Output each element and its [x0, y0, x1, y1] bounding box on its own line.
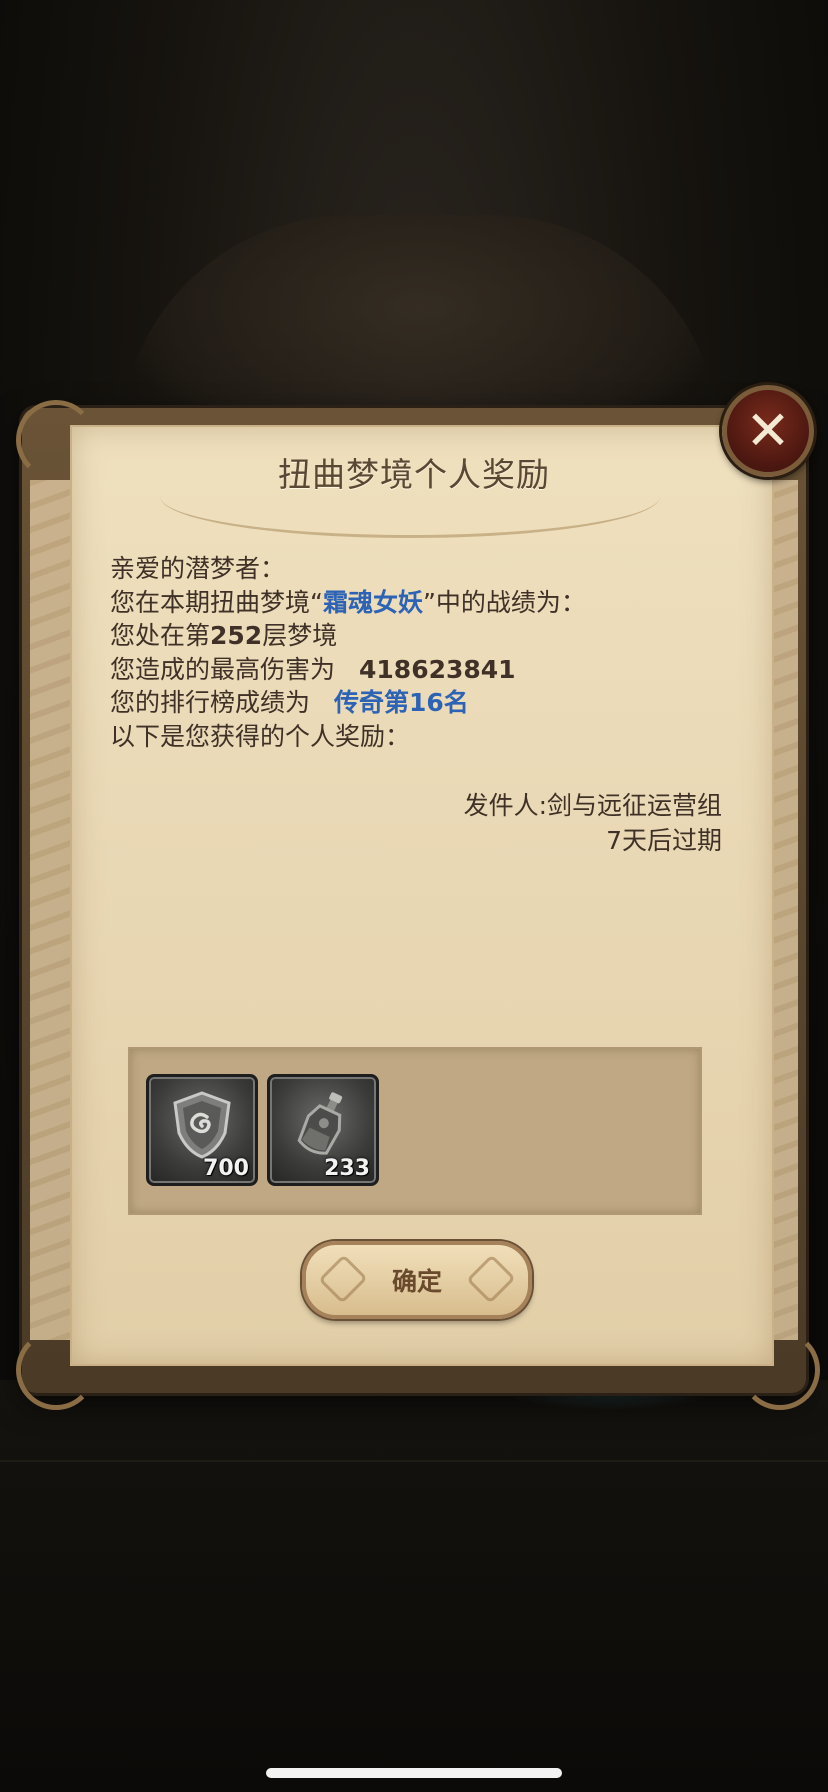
damage-label: 您造成的最高伤害为	[110, 654, 336, 684]
potion-bottle-icon	[297, 1092, 343, 1155]
reward-count: 700	[203, 1156, 249, 1181]
floor-line: 您处在第252层梦境	[110, 619, 730, 653]
mail-body: 亲爱的潜梦者： 您在本期扭曲梦境“霜魂女妖”中的战绩为： 您处在第252层梦境 …	[110, 552, 730, 753]
dialog-title: 扭曲梦境个人奖励	[278, 455, 550, 494]
button-ornament-left	[318, 1254, 368, 1304]
background-divider	[0, 1460, 828, 1462]
frame-corner-top-left	[16, 400, 96, 480]
expiry-text: 7天后过期	[606, 826, 722, 855]
sender-text: 发件人:剑与远征运营组	[463, 791, 722, 820]
boss-name: 霜魂女妖	[322, 587, 423, 617]
floor-number: 252	[210, 621, 263, 650]
background-bottom	[0, 1380, 828, 1792]
boss-line: 您在本期扭曲梦境“霜魂女妖”中的战绩为：	[110, 586, 730, 620]
confirm-button-label: 确定	[391, 1267, 442, 1296]
reward-item-potion[interactable]: 233	[267, 1074, 379, 1186]
rank-label: 您的排行榜成绩为	[110, 688, 311, 717]
reward-item-shield[interactable]: 700	[146, 1074, 258, 1186]
floor-line-prefix: 您处在第	[110, 621, 211, 650]
frame-corner-bottom-left	[16, 1330, 96, 1410]
rewards-intro-line: 以下是您获得的个人奖励：	[110, 721, 411, 751]
mail-footer: 发件人:剑与远征运营组 7天后过期	[300, 788, 722, 858]
damage-line: 您造成的最高伤害为 418623841	[110, 653, 730, 687]
reward-count: 233	[324, 1156, 370, 1181]
boss-line-suffix: ”中的战绩为：	[422, 587, 586, 617]
frame-corner-bottom-right	[740, 1330, 820, 1410]
close-icon: ✕	[745, 399, 791, 462]
boss-line-prefix: 您在本期扭曲梦境“	[110, 587, 323, 617]
rank-line: 您的排行榜成绩为 传奇第16名	[110, 686, 730, 720]
home-indicator[interactable]	[266, 1768, 562, 1778]
screen: 扭曲梦境个人奖励 ✕ 亲爱的潜梦者： 您在本期扭曲梦境“霜魂女妖”中的战绩为： …	[0, 0, 828, 1792]
confirm-button[interactable]: 确定	[302, 1241, 532, 1319]
close-button[interactable]: ✕	[722, 385, 814, 477]
rank-value: 传奇第16名	[334, 688, 469, 717]
damage-value: 418623841	[359, 654, 516, 684]
button-ornament-right	[466, 1254, 516, 1304]
shield-emblem-icon	[173, 1091, 231, 1159]
greeting-line: 亲爱的潜梦者：	[110, 554, 286, 583]
floor-line-suffix: 层梦境	[262, 621, 338, 650]
